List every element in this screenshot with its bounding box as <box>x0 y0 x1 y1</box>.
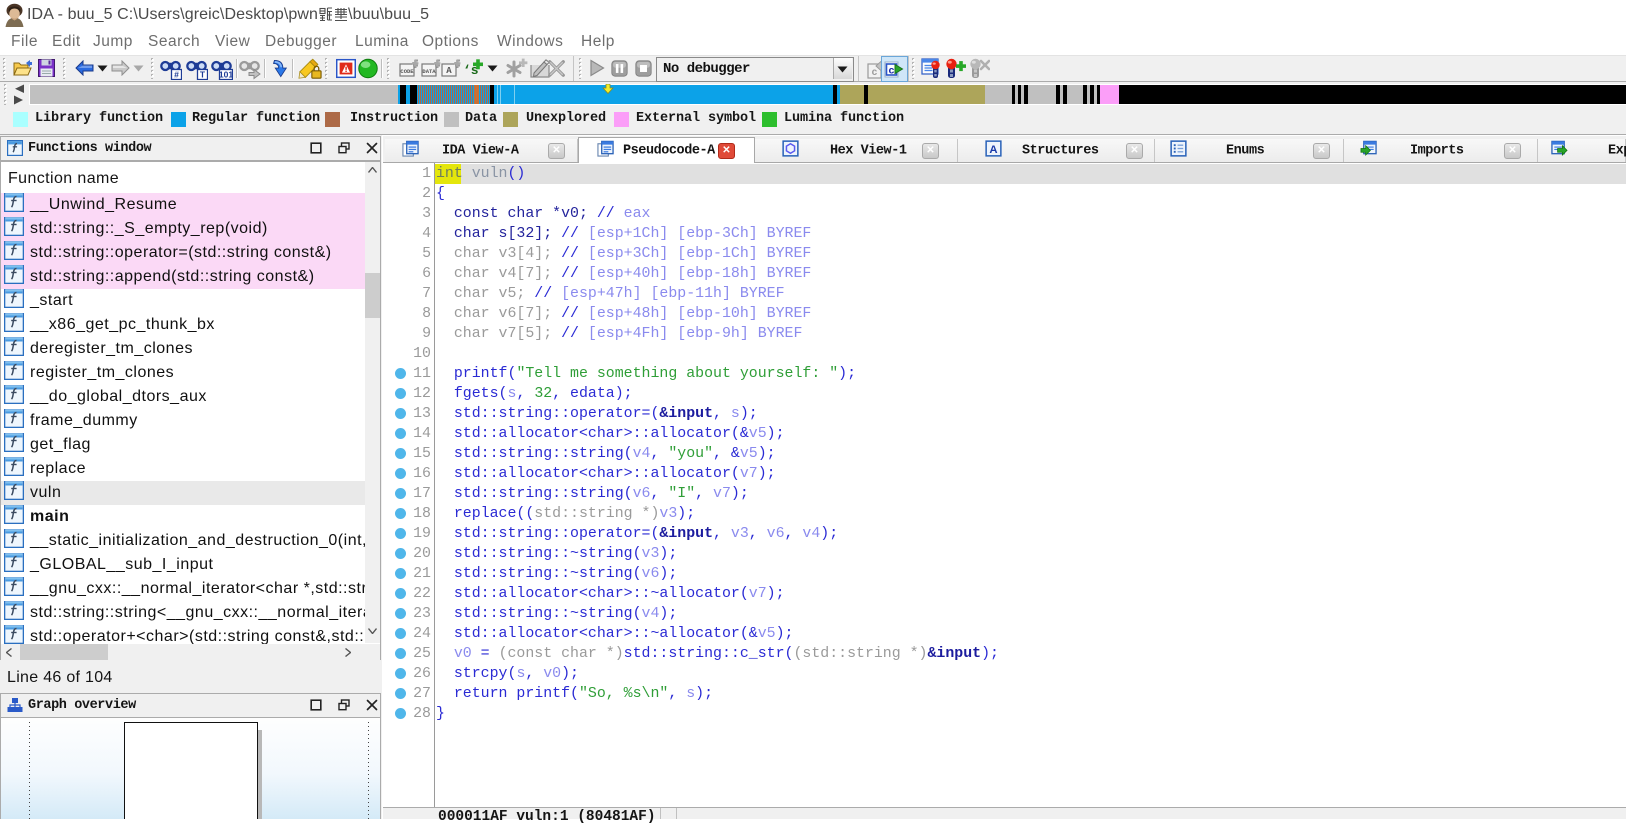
svg-text:A: A <box>446 66 452 76</box>
svg-text:c: c <box>871 68 877 79</box>
svg-text:CODE: CODE <box>400 68 414 75</box>
svg-text:A: A <box>989 143 997 155</box>
svg-text:DATA: DATA <box>422 68 436 75</box>
svg-text:c: c <box>888 66 894 78</box>
